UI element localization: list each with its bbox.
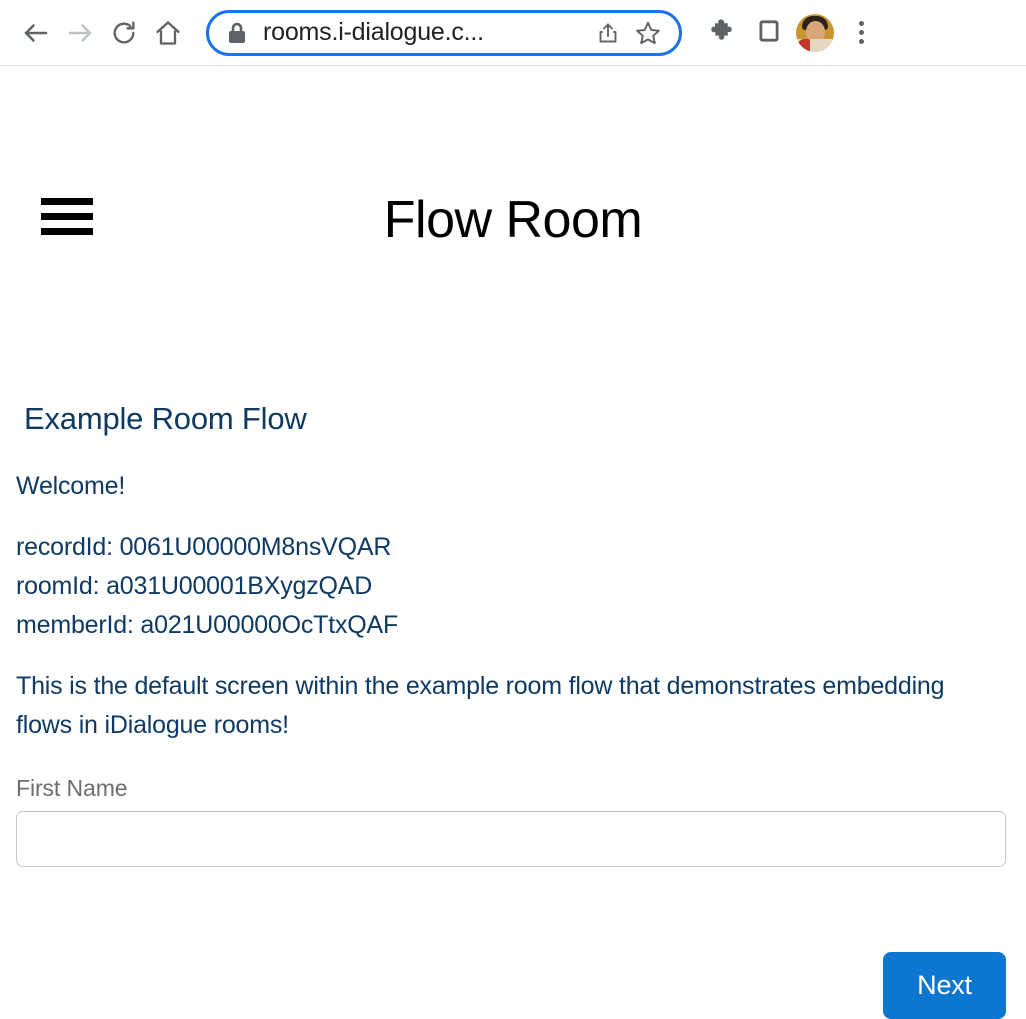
browser-toolbar: rooms.i-dialogue.c... [0, 0, 1026, 66]
forward-arrow-icon [65, 18, 95, 48]
back-arrow-icon [21, 18, 51, 48]
puzzle-piece-icon [709, 17, 737, 48]
address-bar-text[interactable]: rooms.i-dialogue.c... [263, 18, 587, 47]
chrome-menu-button[interactable] [838, 10, 884, 56]
three-dot-menu-icon [847, 14, 875, 52]
lock-icon [227, 22, 247, 44]
side-panel-icon [756, 18, 782, 47]
flow-screen: Example Room Flow Welcome! recordId: 006… [0, 401, 1026, 867]
avatar-shirt-accent [798, 38, 810, 52]
toolbar-right-group [700, 10, 884, 56]
first-name-input[interactable] [16, 811, 1006, 867]
reload-icon [110, 19, 138, 47]
record-id-line: recordId: 0061U00000M8nsVQAR [16, 533, 392, 561]
flow-description: This is the default screen within the ex… [16, 672, 945, 739]
reload-button[interactable] [102, 11, 146, 55]
home-icon [154, 19, 182, 47]
bookmark-star-icon[interactable] [629, 14, 667, 52]
profile-avatar[interactable] [796, 13, 834, 52]
flow-footer-actions: Next [883, 952, 1006, 1019]
page-content: Flow Room Example Room Flow Welcome! rec… [0, 66, 1026, 1019]
side-panel-button[interactable] [746, 10, 792, 56]
address-bar[interactable]: rooms.i-dialogue.c... [206, 9, 682, 56]
page-title: Flow Room [383, 191, 643, 249]
home-button[interactable] [146, 11, 190, 55]
back-button[interactable] [14, 11, 58, 55]
forward-button[interactable] [58, 11, 102, 55]
flow-heading: Example Room Flow [24, 401, 307, 436]
extensions-button[interactable] [700, 10, 746, 56]
first-name-label: First Name [16, 775, 128, 801]
first-name-field-group: First Name [16, 775, 1006, 867]
share-icon[interactable] [589, 14, 627, 52]
next-button[interactable]: Next [883, 952, 1006, 1019]
member-id-line: memberId: a021U00000OcTtxQAF [16, 611, 399, 639]
room-id-line: roomId: a031U00001BXygzQAD [16, 572, 373, 600]
flow-welcome-text: Welcome! [16, 472, 126, 500]
